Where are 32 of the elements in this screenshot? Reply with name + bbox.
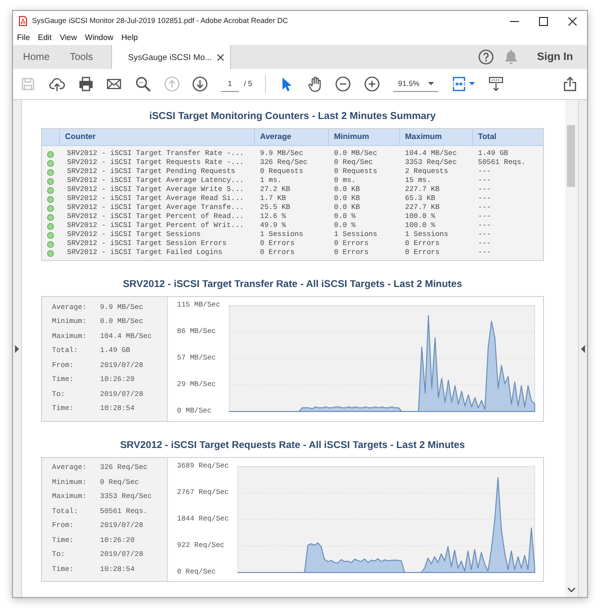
menu-item[interactable]: File — [13, 32, 34, 44]
column-header: Maximum — [399, 129, 472, 145]
help-icon[interactable] — [478, 49, 494, 65]
column-header: Minimum — [328, 129, 399, 145]
menu-item[interactable]: View — [56, 32, 81, 44]
page-fit-icon — [451, 76, 468, 92]
right-triangle-icon[interactable] — [15, 344, 19, 352]
share-icon — [562, 76, 578, 92]
scroll-thumb[interactable] — [567, 125, 575, 187]
tab[interactable]: Home — [13, 45, 60, 69]
chevron-down-icon[interactable] — [567, 587, 576, 593]
pdf-file-icon — [19, 16, 27, 26]
column-header: Counter — [59, 129, 254, 145]
chart-title: SRV2012 - iSCSI Target Transfer Rate - All iSCSI Targets - Last 2 Minutes — [122, 278, 464, 291]
menu-item[interactable]: Help — [117, 32, 142, 44]
tab[interactable]: Tools — [60, 45, 104, 69]
maximize-icon — [539, 16, 548, 26]
left-triangle-icon[interactable] — [581, 344, 585, 352]
scrollbar[interactable] — [565, 100, 578, 597]
chart-title: SRV2012 - iSCSI Target Requests Rate - All iSCSI Targets - Last 2 Minutes — [119, 438, 466, 452]
caret-icon — [469, 82, 476, 86]
menu-item[interactable]: Window — [80, 32, 118, 44]
column-header: Average — [254, 129, 328, 145]
page-scroll-icon — [488, 76, 504, 92]
menu-item[interactable]: Edit — [34, 32, 56, 44]
sign-in-button[interactable]: Sign In — [532, 48, 578, 66]
caret-icon — [428, 82, 434, 86]
tab[interactable]: SysGauge iSCSI Mo... — [111, 45, 231, 69]
close-icon — [568, 16, 577, 26]
section-title: iSCSI Target Monitoring Counters - Last 2 Minutes Summary — [148, 110, 437, 123]
column-header: Total — [472, 129, 545, 145]
close-icon[interactable] — [216, 54, 224, 60]
